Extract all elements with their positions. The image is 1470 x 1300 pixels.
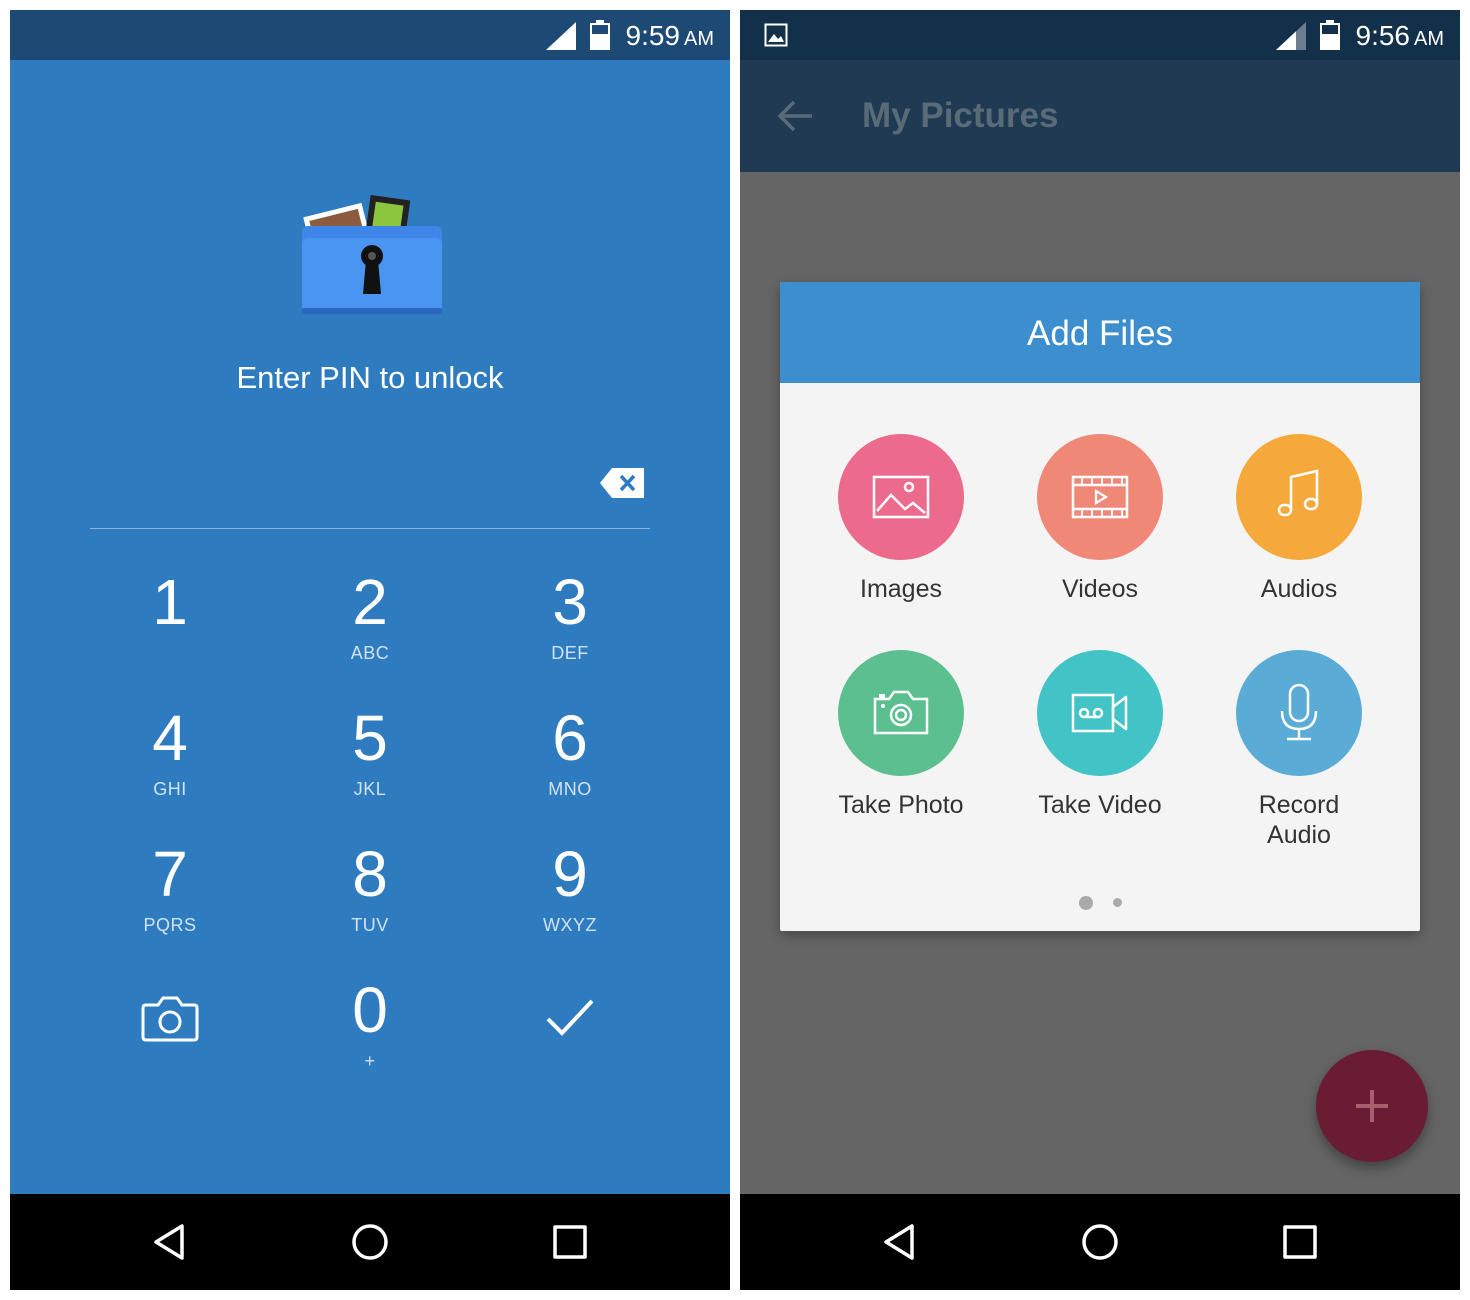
take-video-label: Take Video	[1038, 791, 1162, 819]
add-images-button[interactable]: Images	[801, 434, 1001, 604]
signal-icon	[546, 22, 576, 50]
key-2[interactable]: 2 ABC	[270, 565, 470, 695]
take-photo-label: Take Photo	[838, 791, 964, 819]
take-photo-button[interactable]: Take Photo	[801, 650, 1001, 820]
video-camera-icon	[1071, 693, 1128, 733]
videos-circle	[1037, 434, 1163, 560]
gallery-vault-logo-icon	[302, 194, 442, 314]
app-bar: My Pictures	[740, 60, 1460, 172]
recents-square-icon[interactable]	[1280, 1222, 1320, 1262]
status-bar: 9:59 AM	[10, 10, 730, 60]
record-audio-circle	[1236, 650, 1362, 776]
key-0[interactable]: 0 +	[270, 973, 470, 1103]
checkmark-icon	[546, 999, 594, 1036]
page-indicator	[780, 894, 1420, 912]
add-files-dialog: Add Files Images Videos Audios Take Phot…	[780, 282, 1420, 931]
audios-circle	[1236, 434, 1362, 560]
page-title: My Pictures	[862, 96, 1059, 135]
back-arrow-icon[interactable]	[776, 96, 816, 136]
recents-square-icon[interactable]	[550, 1222, 590, 1262]
microphone-icon	[1280, 683, 1318, 741]
images-label: Images	[860, 575, 942, 603]
camera-icon	[873, 690, 929, 735]
images-circle	[838, 434, 964, 560]
navigation-bar	[10, 1194, 730, 1290]
plus-icon	[1356, 1090, 1388, 1122]
audios-label: Audios	[1260, 575, 1338, 603]
add-audios-button[interactable]: Audios	[1199, 434, 1399, 604]
signal-icon	[1276, 22, 1306, 50]
gallery-icon	[764, 23, 788, 47]
back-triangle-icon[interactable]	[150, 1222, 190, 1262]
take-video-circle	[1037, 650, 1163, 776]
videos-label: Videos	[1062, 575, 1138, 603]
pin-entry-underline	[90, 528, 650, 529]
confirm-key[interactable]	[470, 973, 670, 1103]
key-9[interactable]: 9 WXYZ	[470, 837, 670, 967]
pin-lock-screen: 9:59 AM Enter PIN to unlock 1 2 ABC 3 DEF 4…	[10, 10, 730, 1290]
key-5[interactable]: 5 JKL	[270, 701, 470, 831]
status-bar: 9:56 AM	[740, 10, 1460, 60]
home-circle-icon[interactable]	[1080, 1222, 1120, 1262]
camera-key[interactable]	[70, 973, 270, 1103]
battery-icon	[590, 20, 610, 50]
record-audio-button[interactable]: Record Audio	[1199, 650, 1399, 850]
key-4[interactable]: 4 GHI	[70, 701, 270, 831]
key-3[interactable]: 3 DEF	[470, 565, 670, 695]
add-fab-button[interactable]	[1316, 1050, 1428, 1162]
add-videos-button[interactable]: Videos	[1000, 434, 1200, 604]
camera-icon	[141, 996, 199, 1042]
image-icon	[872, 475, 930, 519]
pin-prompt: Enter PIN to unlock	[236, 360, 504, 395]
battery-icon	[1320, 20, 1340, 50]
page-dot-active[interactable]	[1078, 895, 1093, 910]
home-circle-icon[interactable]	[350, 1222, 390, 1262]
my-pictures-screen: 9:56 AM My Pictures Add Files Images Vid…	[740, 10, 1460, 1290]
film-icon	[1071, 475, 1129, 519]
page-dot[interactable]	[1112, 898, 1122, 908]
record-audio-label: Record Audio	[1258, 791, 1340, 849]
key-6[interactable]: 6 MNO	[470, 701, 670, 831]
back-triangle-icon[interactable]	[880, 1222, 920, 1262]
key-8[interactable]: 8 TUV	[270, 837, 470, 967]
status-time: 9:59 AM	[625, 20, 715, 51]
key-7[interactable]: 7 PQRS	[70, 837, 270, 967]
music-note-icon	[1277, 469, 1319, 517]
status-time: 9:56 AM	[1355, 20, 1445, 51]
take-photo-circle	[838, 650, 964, 776]
key-1[interactable]: 1	[70, 565, 270, 695]
navigation-bar	[740, 1194, 1460, 1290]
take-video-button[interactable]: Take Video	[1000, 650, 1200, 820]
backspace-icon[interactable]	[600, 468, 644, 498]
dialog-title: Add Files	[780, 282, 1420, 383]
